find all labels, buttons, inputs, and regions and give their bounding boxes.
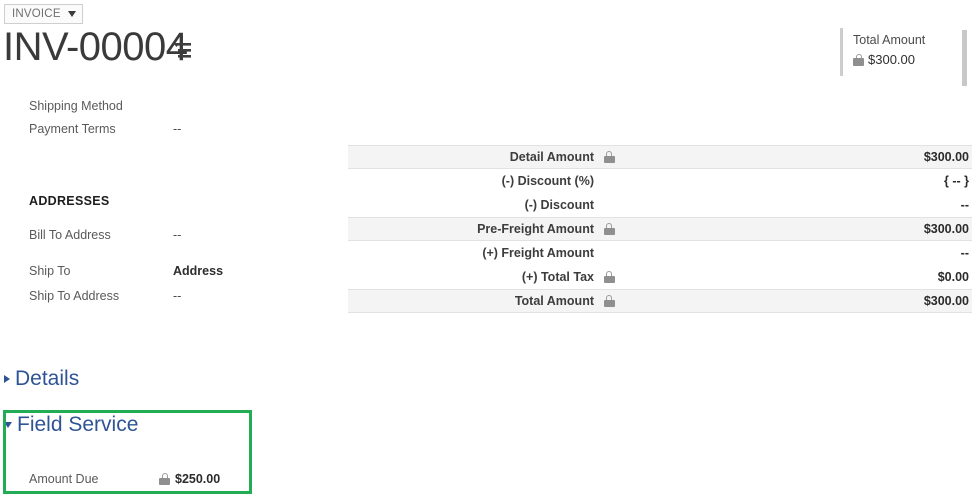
- field-label-ship-to: Ship To: [29, 264, 71, 278]
- summary-lock-cell: [598, 241, 620, 265]
- section-toggle-details[interactable]: Details: [4, 366, 79, 392]
- lock-icon: [603, 271, 615, 283]
- table-row[interactable]: Total Amount $300.00: [348, 289, 972, 313]
- field-label-bill-to-address: Bill To Address: [29, 228, 111, 242]
- summary-value-pre-freight-amount: $300.00: [620, 217, 972, 241]
- table-row[interactable]: (+) Total Tax $0.00: [348, 265, 972, 289]
- page-title: INV-00004: [3, 25, 188, 69]
- total-amount-card-value: $300.00: [868, 52, 915, 67]
- section-label-details: Details: [15, 367, 80, 390]
- field-label-amount-due: Amount Due: [29, 472, 99, 486]
- invoice-page: INVOICE INV-00004 Total Amount $300.00 S…: [0, 0, 975, 500]
- summary-lock-cell: [598, 193, 620, 217]
- section-label-field-service: Field Service: [17, 413, 139, 436]
- summary-value-total-amount: $300.00: [620, 289, 972, 313]
- field-value-ship-to: Address: [173, 264, 224, 278]
- summary-value-freight-amount: --: [960, 246, 969, 260]
- vertical-scrollbar-thumb[interactable]: [962, 30, 967, 86]
- field-row-amount-due[interactable]: Amount Due $250.00: [0, 470, 250, 490]
- table-row[interactable]: (-) Discount --: [348, 193, 972, 217]
- field-label-shipping-method: Shipping Method: [29, 99, 123, 113]
- entity-type-selector[interactable]: INVOICE: [4, 4, 83, 24]
- field-label-ship-to-address: Ship To Address: [29, 289, 120, 303]
- summary-value-detail-amount: $300.00: [620, 145, 972, 169]
- summary-label-freight-amount: (+) Freight Amount: [482, 246, 594, 260]
- lock-icon: [603, 151, 615, 163]
- summary-lock-cell: [598, 217, 620, 241]
- field-row-ship-to-address[interactable]: Ship To Address --: [0, 288, 330, 312]
- lock-icon: [603, 295, 615, 307]
- field-row-bill-to-address[interactable]: Bill To Address --: [0, 227, 330, 251]
- summary-value-discount: --: [960, 198, 969, 212]
- summary-label-total-amount: Total Amount: [348, 289, 598, 313]
- chevron-right-icon: [4, 375, 10, 383]
- lock-icon: [603, 223, 615, 235]
- total-amount-card: Total Amount $300.00: [840, 28, 960, 76]
- summary-value-total-tax: $0.00: [937, 270, 969, 284]
- summary-lock-cell: [598, 145, 620, 169]
- summary-lock-cell: [598, 169, 620, 193]
- addresses-section-header: ADDRESSES: [29, 194, 110, 208]
- field-value-payment-terms: --: [173, 122, 182, 136]
- summary-lock-cell: [598, 289, 620, 313]
- lock-icon: [159, 473, 170, 485]
- field-value-amount-due: $250.00: [175, 472, 221, 486]
- field-label-payment-terms: Payment Terms: [29, 122, 116, 136]
- field-value-ship-to-address: --: [173, 289, 182, 303]
- table-row[interactable]: Detail Amount $300.00: [348, 145, 972, 169]
- summary-label-discount-percent: (-) Discount (%): [501, 174, 594, 188]
- field-row-shipping-method[interactable]: Shipping Method: [0, 98, 330, 122]
- total-amount-card-label: Total Amount: [853, 33, 926, 47]
- totals-summary-table: Detail Amount $300.00 (-) Discount (%) {…: [348, 145, 972, 313]
- summary-label-detail-amount: Detail Amount: [348, 145, 598, 169]
- field-value-amount-due-group: $250.00: [159, 470, 220, 488]
- summary-label-discount: (-) Discount: [524, 198, 594, 212]
- field-row-payment-terms[interactable]: Payment Terms --: [0, 121, 330, 145]
- summary-label-pre-freight-amount: Pre-Freight Amount: [348, 217, 598, 241]
- table-row[interactable]: (+) Freight Amount --: [348, 241, 972, 265]
- total-amount-card-value-group: $300.00: [853, 52, 915, 67]
- card-accent-bar: [840, 28, 843, 76]
- summary-lock-cell: [598, 265, 620, 289]
- field-row-ship-to[interactable]: Ship To Address: [0, 263, 330, 287]
- chevron-down-icon: [4, 422, 12, 428]
- table-row[interactable]: Pre-Freight Amount $300.00: [348, 217, 972, 241]
- summary-value-discount-percent: { -- }: [944, 174, 969, 188]
- left-form-panel: Shipping Method Payment Terms -- ADDRESS…: [0, 98, 330, 313]
- table-row[interactable]: (-) Discount (%) { -- }: [348, 169, 972, 193]
- chevron-down-icon: [67, 11, 76, 17]
- entity-type-label: INVOICE: [12, 8, 61, 20]
- field-value-bill-to-address: --: [173, 228, 182, 242]
- section-toggle-field-service[interactable]: Field Service: [4, 412, 138, 438]
- lock-icon: [853, 53, 864, 66]
- summary-label-total-tax: (+) Total Tax: [521, 270, 594, 284]
- list-menu-icon[interactable]: [173, 42, 193, 60]
